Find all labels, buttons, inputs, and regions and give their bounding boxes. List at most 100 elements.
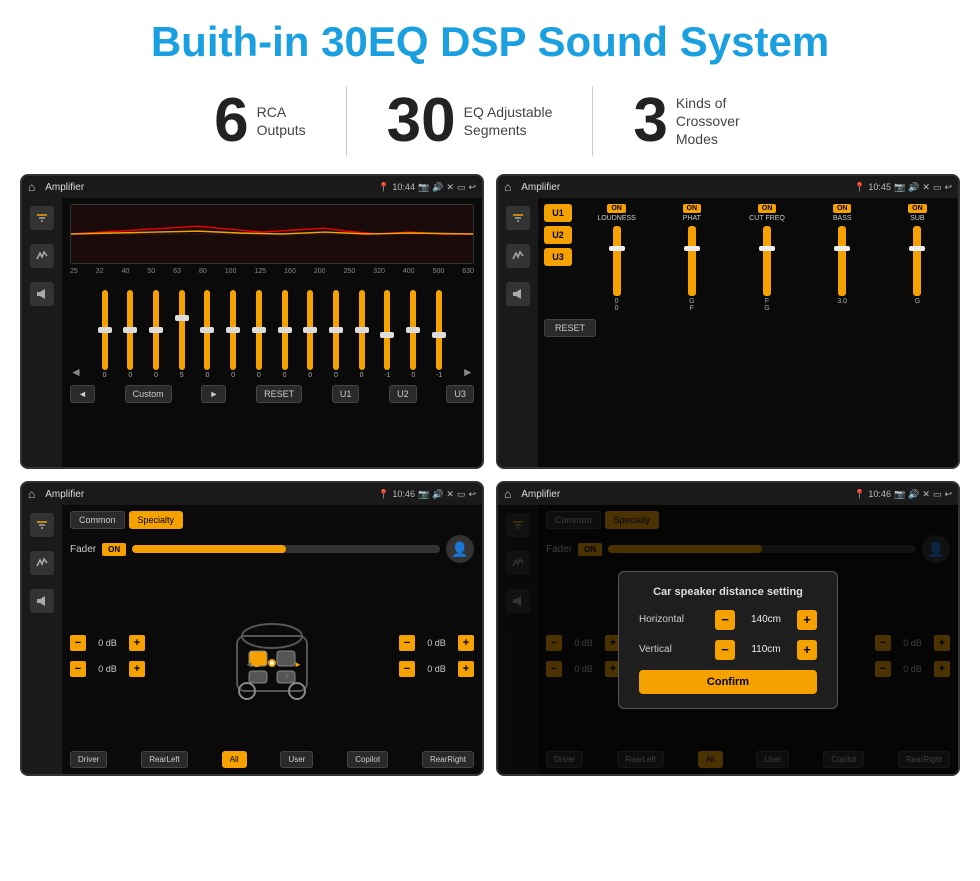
stat-rca: 6 RCAOutputs bbox=[174, 90, 346, 152]
eq-slider-7[interactable]: 0 bbox=[282, 290, 288, 379]
eq-wave-icon[interactable] bbox=[30, 244, 54, 268]
fader-screen: ⌂ Amplifier 📍 10:46 📷 🔊 ✕ ▭ ↩ bbox=[20, 481, 484, 776]
eq-u2-button[interactable]: U2 bbox=[389, 385, 417, 403]
modal-horizontal-minus[interactable]: − bbox=[715, 610, 735, 630]
cx-u2-button[interactable]: U2 bbox=[544, 226, 572, 244]
fd-fader-track[interactable] bbox=[132, 545, 440, 553]
eq-slider-13[interactable]: -1 bbox=[436, 290, 442, 379]
cx-camera-icon: 📷 bbox=[894, 182, 905, 193]
distance-modal-overlay: Car speaker distance setting Horizontal … bbox=[498, 505, 958, 774]
fd-tab-common[interactable]: Common bbox=[70, 511, 125, 529]
cx-sub-slider[interactable] bbox=[913, 226, 921, 296]
eq-slider-4[interactable]: 0 bbox=[204, 290, 210, 379]
cx-volume-icon: 🔊 bbox=[908, 182, 919, 193]
cx-speaker-icon[interactable] bbox=[506, 282, 530, 306]
cx-channel-cutfreq: ON CUT FREQ F G bbox=[732, 204, 801, 312]
cx-wave-icon[interactable] bbox=[506, 244, 530, 268]
cx-loudness-slider[interactable] bbox=[613, 226, 621, 296]
eq-content: 25 32 40 50 63 80 100 125 160 200 250 32… bbox=[22, 198, 482, 467]
eq-filter-icon[interactable] bbox=[30, 206, 54, 230]
eq-sidebar bbox=[22, 198, 62, 467]
modal-horizontal-label: Horizontal bbox=[639, 614, 684, 625]
eq-slider-1[interactable]: 0 bbox=[127, 290, 133, 379]
cx-channel-phat: ON PHAT G F bbox=[657, 204, 726, 312]
eq-main: 25 32 40 50 63 80 100 125 160 200 250 32… bbox=[62, 198, 482, 467]
fd-driver-button[interactable]: Driver bbox=[70, 751, 107, 768]
eq-right-arrow[interactable]: ► bbox=[462, 365, 474, 379]
cx-filter-icon[interactable] bbox=[506, 206, 530, 230]
eq-slider-5[interactable]: 0 bbox=[230, 290, 236, 379]
fd-rearright-button[interactable]: RearRight bbox=[422, 751, 474, 768]
eq-next-button[interactable]: ► bbox=[201, 385, 226, 403]
cx-cutfreq-slider[interactable] bbox=[763, 226, 771, 296]
eq-reset-button[interactable]: RESET bbox=[256, 385, 302, 403]
modal-vertical-plus[interactable]: + bbox=[797, 640, 817, 660]
eq-bottom: ◄ Custom ► RESET U1 U2 U3 bbox=[70, 385, 474, 403]
cx-bass-slider[interactable] bbox=[838, 226, 846, 296]
fd-tab-specialty[interactable]: Specialty bbox=[129, 511, 184, 529]
right-rear-minus[interactable]: − bbox=[399, 661, 415, 677]
cx-sub-on[interactable]: ON bbox=[908, 204, 927, 213]
cx-phat-on[interactable]: ON bbox=[683, 204, 702, 213]
eq-slider-8[interactable]: 0 bbox=[307, 290, 313, 379]
right-front-minus[interactable]: − bbox=[399, 635, 415, 651]
eq-slider-6[interactable]: 0 bbox=[256, 290, 262, 379]
eq-graph bbox=[70, 204, 474, 264]
right-rear-plus[interactable]: + bbox=[458, 661, 474, 677]
eq-slider-3[interactable]: 5 bbox=[179, 290, 185, 379]
eq-slider-9[interactable]: 0 bbox=[333, 290, 339, 379]
left-rear-minus[interactable]: − bbox=[70, 661, 86, 677]
left-front-minus[interactable]: − bbox=[70, 635, 86, 651]
fd-speaker-icon[interactable] bbox=[30, 589, 54, 613]
fd-wave-icon[interactable] bbox=[30, 551, 54, 575]
eq-slider-12[interactable]: 0 bbox=[410, 290, 416, 379]
fd-camera-icon: 📷 bbox=[418, 489, 429, 500]
left-rear-plus[interactable]: + bbox=[129, 661, 145, 677]
eq-slider-10[interactable]: 0 bbox=[359, 290, 365, 379]
svg-text:▲: ▲ bbox=[253, 660, 261, 669]
cx-loudness-on[interactable]: ON bbox=[607, 204, 626, 213]
modal-horizontal-plus[interactable]: + bbox=[797, 610, 817, 630]
fd-rearleft-button[interactable]: RearLeft bbox=[141, 751, 188, 768]
right-front-plus[interactable]: + bbox=[458, 635, 474, 651]
page-title: Buith-in 30EQ DSP Sound System bbox=[0, 0, 980, 76]
left-speakers: − 0 dB + − 0 dB + bbox=[70, 635, 145, 677]
eq-slider-11[interactable]: -1 bbox=[384, 290, 390, 379]
fd-tabs: Common Specialty bbox=[70, 511, 474, 529]
fd-user-button[interactable]: User bbox=[280, 751, 313, 768]
fd-content: Common Specialty Fader ON 👤 − bbox=[22, 505, 482, 774]
eq-x-icon: ✕ bbox=[446, 182, 454, 193]
cx-bass-on[interactable]: ON bbox=[833, 204, 852, 213]
fd-status-bar: ⌂ Amplifier 📍 10:46 📷 🔊 ✕ ▭ ↩ bbox=[22, 483, 482, 505]
eq-volume-icon: 🔊 bbox=[432, 182, 443, 193]
fd-copilot-button[interactable]: Copilot bbox=[347, 751, 388, 768]
eq-u1-button[interactable]: U1 bbox=[332, 385, 360, 403]
eq-status-bar: ⌂ Amplifier 📍 10:44 📷 🔊 ✕ ▭ ↩ bbox=[22, 176, 482, 198]
left-front-plus[interactable]: + bbox=[129, 635, 145, 651]
eq-u3-button[interactable]: U3 bbox=[446, 385, 474, 403]
cx-phat-slider[interactable] bbox=[688, 226, 696, 296]
fd-all-button[interactable]: All bbox=[222, 751, 247, 768]
eq-status-icons: 📍 10:44 📷 🔊 ✕ ▭ ↩ bbox=[378, 182, 476, 193]
stat-text-eq: EQ AdjustableSegments bbox=[464, 103, 553, 139]
cx-header-row: U1 U2 U3 ON LOUDNESS 0 0 bbox=[544, 204, 952, 312]
dist-status-icons: 📍 10:46 📷 🔊 ✕ ▭ ↩ bbox=[854, 489, 952, 500]
confirm-button[interactable]: Confirm bbox=[639, 670, 817, 694]
eq-custom-button[interactable]: Custom bbox=[125, 385, 172, 403]
cx-u3-button[interactable]: U3 bbox=[544, 248, 572, 266]
cx-sub-label: SUB bbox=[910, 215, 924, 222]
cx-channel-sub: ON SUB G bbox=[883, 204, 952, 312]
dist-volume-icon: 🔊 bbox=[908, 489, 919, 500]
eq-left-arrow[interactable]: ◄ bbox=[70, 365, 82, 379]
eq-home-icon: ⌂ bbox=[28, 180, 35, 194]
eq-slider-0[interactable]: 0 bbox=[102, 290, 108, 379]
fd-on-button[interactable]: ON bbox=[102, 543, 126, 556]
cx-cutfreq-on[interactable]: ON bbox=[758, 204, 777, 213]
cx-reset-button[interactable]: RESET bbox=[544, 319, 596, 337]
eq-slider-2[interactable]: 0 bbox=[153, 290, 159, 379]
modal-vertical-minus[interactable]: − bbox=[715, 640, 735, 660]
cx-u1-button[interactable]: U1 bbox=[544, 204, 572, 222]
eq-speaker-icon[interactable] bbox=[30, 282, 54, 306]
fd-filter-icon[interactable] bbox=[30, 513, 54, 537]
eq-prev-button[interactable]: ◄ bbox=[70, 385, 95, 403]
